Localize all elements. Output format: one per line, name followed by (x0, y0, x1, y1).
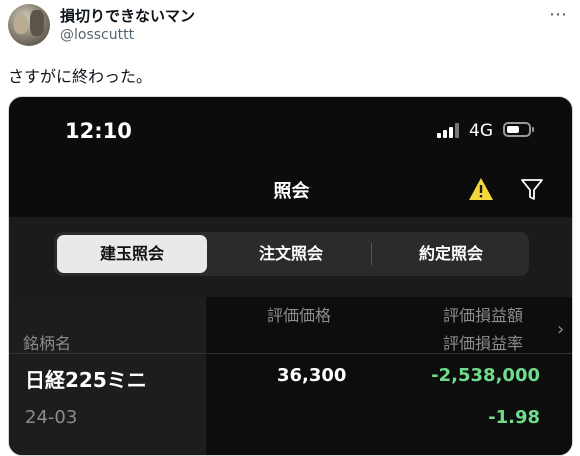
row-instrument-name[interactable]: 日経225ミニ (25, 364, 147, 393)
positions-table: 評価価格 評価損益額 銘柄名 評価損益率 › 日経225ミニ 36,300 -2… (9, 297, 572, 455)
warning-icon[interactable] (468, 177, 494, 201)
row-pnl: -2,538,000 (431, 365, 540, 386)
segmented-control: 建玉照会 注文照会 約定照会 (54, 232, 529, 276)
network-type: 4G (469, 121, 493, 141)
cellular-signal-icon (437, 122, 461, 138)
tab-orders[interactable]: 注文照会 (216, 235, 366, 273)
attached-screenshot[interactable]: 12:10 4G 照会 建玉照会 注文照会 約定照会 評価価格 評価損益額 銘柄… (8, 96, 573, 456)
header-price: 評価価格 (267, 306, 332, 325)
header-divider (9, 353, 572, 354)
row-contract-month: 24-03 (25, 407, 78, 428)
filter-icon[interactable] (521, 177, 543, 201)
header-name: 銘柄名 (23, 334, 72, 353)
more-options-icon[interactable]: ⋯ (549, 4, 567, 25)
status-bar-time: 12:10 (65, 119, 132, 143)
display-name[interactable]: 損切りできないマン (60, 5, 195, 26)
avatar[interactable] (8, 4, 50, 46)
row-price: 36,300 (277, 365, 347, 386)
battery-icon (503, 122, 534, 137)
avatar-figure-right (30, 10, 44, 36)
header-pnl: 評価損益額 (443, 306, 524, 325)
header-pnl-rate: 評価損益率 (443, 334, 524, 353)
tab-divider (371, 243, 372, 265)
user-handle[interactable]: @losscuttt (60, 27, 134, 43)
tweet-text: さすがに終わった。 (8, 67, 153, 86)
row-pnl-rate: -1.98 (488, 407, 540, 428)
tab-executions[interactable]: 約定照会 (376, 235, 526, 273)
avatar-figure-left (14, 14, 28, 34)
chevron-right-icon[interactable]: › (557, 319, 564, 340)
tab-positions[interactable]: 建玉照会 (57, 235, 207, 273)
